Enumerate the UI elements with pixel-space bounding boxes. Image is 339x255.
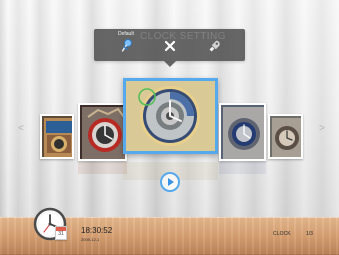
clock-thumbnail[interactable] <box>219 103 266 161</box>
clock-thumbnail[interactable] <box>40 114 74 159</box>
current-time: 18:30:52 <box>81 226 113 235</box>
context-menu: CLOCK SETTING Default <box>94 29 245 67</box>
clock-carousel: < > <box>0 78 339 180</box>
selected-clock-preview[interactable] <box>123 78 218 154</box>
next-arrow[interactable]: > <box>319 123 325 134</box>
rocket-icon <box>207 38 223 54</box>
current-date: 2009-12-1 <box>81 237 100 242</box>
close-icon <box>162 38 178 54</box>
previous-arrow[interactable]: < <box>18 123 24 134</box>
clock-selector-screen: CLOCK SETTING Default < > 31 18:30:52 20… <box>0 0 339 255</box>
current-category: CLOCK <box>273 231 291 237</box>
calendar-day: 31 <box>58 231 64 237</box>
play-button[interactable] <box>160 172 180 192</box>
thumbnail-reflection <box>219 162 266 174</box>
menu-pointer <box>164 61 176 67</box>
page-indicator: 1/3 <box>306 231 313 237</box>
close-button[interactable] <box>162 38 178 54</box>
pin-icon <box>118 38 134 54</box>
default-label: Default <box>118 31 134 37</box>
clock-thumbnail[interactable] <box>268 114 303 159</box>
pin-button[interactable] <box>118 38 134 54</box>
clock-thumbnail[interactable] <box>78 103 127 161</box>
calendar-widget[interactable]: 31 <box>55 226 67 240</box>
thumbnail-reflection <box>78 162 127 174</box>
launch-button[interactable] <box>207 38 223 54</box>
